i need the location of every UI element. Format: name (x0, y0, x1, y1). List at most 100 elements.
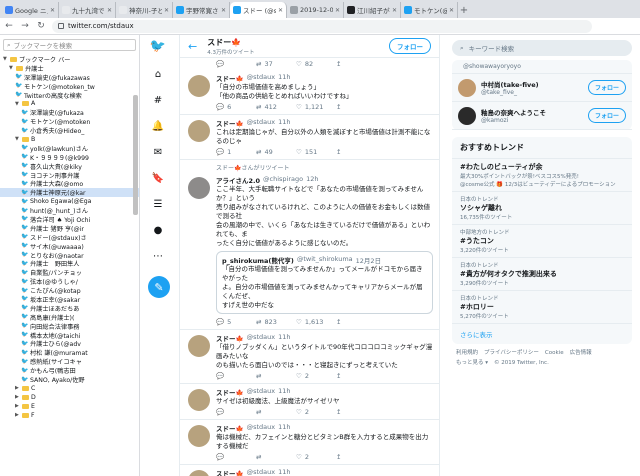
close-icon[interactable]: ✕ (107, 7, 112, 14)
avatar[interactable] (188, 425, 210, 447)
retweet-action[interactable]: ⇄ 49 (256, 148, 296, 156)
bookmark-item[interactable]: 🐦 かもん弓(鴨志田 (0, 366, 139, 375)
bookmark-item[interactable]: 🐦 深澤諭史(@fukazawas (0, 73, 139, 82)
close-icon[interactable]: ✕ (392, 7, 397, 14)
avatar[interactable] (188, 75, 210, 97)
author-name[interactable]: スドー🍁 (216, 423, 244, 433)
author-name[interactable]: スドー🍁 (216, 73, 244, 83)
bookmark-item[interactable]: 🐦 SANO, Ayako/佐野 (0, 375, 139, 384)
bookmark-folder[interactable]: ▶ E (0, 402, 139, 411)
avatar[interactable] (188, 335, 210, 357)
bookmark-item[interactable]: 🐦 とりなお(@naotar (0, 251, 139, 260)
bookmark-item[interactable]: 🐦 橋本太地(@taichi (0, 331, 139, 340)
bookmark-item[interactable]: 🐦 ヨコチン刑事弁護 (0, 171, 139, 180)
show-more-link[interactable]: さらに表示 (452, 324, 632, 344)
reply-action[interactable]: 💬 6 (216, 103, 256, 111)
forward-arrow-icon[interactable]: → (20, 21, 30, 31)
bookmarks-icon[interactable]: 🔖 (151, 171, 165, 185)
author-name[interactable]: スドー🍁 (216, 118, 244, 128)
reply-action[interactable]: 💬 (216, 408, 256, 416)
bookmark-item[interactable]: 🐦 yolk(@lawkun)さん (0, 144, 139, 153)
reply-action[interactable]: 💬 (216, 453, 256, 461)
avatar[interactable] (188, 389, 210, 411)
bookmark-item[interactable]: 🐦 弁護士ほあだちあ (0, 304, 139, 313)
avatar[interactable] (188, 177, 210, 199)
folder-collapsed-icon[interactable]: ▶ (15, 394, 20, 400)
reply-action[interactable]: 💬 5 (216, 318, 256, 326)
trend-item[interactable]: #わたしのビューティが余 最大30%ポイントバックが祭!ベスコス5%発売! @cos… (452, 159, 632, 192)
share-icon[interactable]: ↥ (336, 60, 376, 68)
bookmark-folder[interactable]: ▼ 弁護士 (0, 64, 139, 72)
close-icon[interactable]: ✕ (221, 7, 226, 14)
reply-action[interactable]: 💬 (216, 372, 256, 380)
trend-item[interactable]: 日本のトレンド ソシャゲ離れ 16,735件のツイート (452, 192, 632, 225)
notifications-bell-icon[interactable]: 🔔 (151, 119, 165, 133)
bookmark-item[interactable]: 🐦 感熱紙(サイコキャ (0, 357, 139, 366)
bookmark-item[interactable]: 🐦 Shoko Egawa(@Ega (0, 197, 139, 206)
bookmark-item[interactable]: 🐦 小倉秀夫(@Hideo_ (0, 126, 139, 135)
bookmark-item[interactable]: 🐦 喜久山大貴(@kiky (0, 162, 139, 171)
share-icon[interactable]: ↥ (336, 372, 376, 380)
browser-tab[interactable]: Google ニュース✕ (2, 2, 59, 18)
retweet-action[interactable]: ⇄ 823 (256, 318, 296, 326)
share-icon[interactable]: ↥ (336, 408, 376, 416)
tweet[interactable]: スドー🍁 @stdaux 11h これは定期論じゃが、自分以外の人類を滅ぼすと市場価値… (180, 115, 439, 160)
footer-link[interactable]: もっと見る ▾ (456, 358, 488, 368)
like-action[interactable]: ♡ 1,613 (296, 318, 336, 326)
more-icon[interactable]: ⋯ (151, 249, 165, 263)
close-icon[interactable]: ✕ (50, 7, 55, 14)
folder-expanded-icon[interactable]: ▼ (3, 56, 8, 62)
bookmark-item[interactable]: 🐦 こたぴん(@kotap (0, 286, 139, 295)
tweet[interactable]: スドー🍁 @stdaux 11h サイゼは初級魔法、上級魔法がサイゼリヤ 💬 ⇄ ♡ 2 ↥ (180, 384, 439, 420)
follow-button[interactable]: フォロー (389, 38, 431, 54)
reply-action[interactable]: 💬 1 (216, 148, 256, 156)
bookmark-item[interactable]: 🐦 サイ木(@uwaaaa) (0, 242, 139, 251)
avatar[interactable] (188, 470, 210, 476)
twitter-bird-icon[interactable]: 🐦 (150, 39, 166, 54)
bookmark-folder[interactable]: ▶ F (0, 411, 139, 420)
like-action[interactable]: ♡ 2 (296, 372, 336, 380)
author-name[interactable]: アライさん2.0 (216, 175, 260, 185)
avatar[interactable] (458, 78, 476, 97)
avatar[interactable] (458, 106, 476, 125)
back-arrow-icon[interactable]: ← (4, 21, 14, 31)
folder-expanded-icon[interactable]: ▼ (15, 101, 20, 107)
compose-tweet-button[interactable]: ✎ (148, 276, 170, 298)
profile-icon[interactable]: ● (151, 223, 165, 237)
close-icon[interactable]: ✕ (278, 7, 283, 14)
browser-tab[interactable]: スドー (@stdau✕ (230, 2, 287, 18)
bookmark-folder[interactable]: ▶ C (0, 384, 139, 393)
bookmark-item[interactable]: 🐦 スドー(@stdaux)さ (0, 233, 139, 242)
browser-tab[interactable]: 宇野常寛さんはT✕ (173, 2, 230, 18)
bookmark-item[interactable]: 🐦 モトケン(@motoken (0, 117, 139, 126)
like-action[interactable]: ♡ 1,121 (296, 103, 336, 111)
bookmark-folder[interactable]: ▼ ブックマーク バー (0, 55, 139, 63)
folder-collapsed-icon[interactable]: ▶ (15, 412, 20, 418)
close-icon[interactable]: ✕ (164, 7, 169, 14)
bookmark-folder[interactable]: ▼ B (0, 135, 139, 144)
folder-expanded-icon[interactable]: ▼ (9, 65, 14, 71)
tweet[interactable]: スドー🍁 @stdaux 11h 「借りノブッダくん」というタイトルで90年代コロコロ… (180, 330, 439, 384)
messages-envelope-icon[interactable]: ✉ (151, 145, 165, 159)
twitter-search[interactable]: ⌕ キーワード検索 (452, 40, 632, 56)
retweet-action[interactable]: ⇄ (256, 453, 296, 461)
trend-item[interactable]: 日本のトレンド #貴方が何オタクで推測出来る 3,290件のツイート (452, 258, 632, 291)
like-action[interactable]: ♡ 151 (296, 148, 336, 156)
bookmark-item[interactable]: 🐦 深澤諭史(@fukaza (0, 108, 139, 117)
tweet[interactable]: アライさん2.0 @chispirago 12h ここ半年、大手転職サイトなどで「あな… (180, 172, 439, 330)
new-tab-icon[interactable]: + (458, 2, 470, 18)
bookmark-item[interactable]: 🐦 向田総合法律事務 (0, 322, 139, 331)
close-icon[interactable]: ✕ (335, 7, 340, 14)
trend-item[interactable]: 中部地方のトレンド #うたコン 3,220件のツイート (452, 225, 632, 258)
explore-hashtag-icon[interactable]: # (151, 93, 165, 107)
share-icon[interactable]: ↥ (336, 453, 376, 461)
lists-icon[interactable]: ☰ (151, 197, 165, 211)
footer-link[interactable]: プライバシーポリシー (484, 350, 539, 356)
tweet[interactable]: スドー🍁@stdaux11h労働は健康に悪い、労働をやめろ (180, 465, 439, 476)
back-arrow-icon[interactable]: ← (188, 40, 197, 53)
quoted-tweet[interactable]: p_shirokuma(熊代亨) @twit_shirokuma 12月2日 「自分の… (216, 251, 433, 314)
bookmark-item[interactable]: 🐦 自業監/パンチョッ (0, 268, 139, 277)
bookmark-item[interactable]: 🐦 弁護士神原元(@kar (0, 188, 139, 198)
follow-button[interactable]: フォロー (587, 108, 626, 123)
retweet-action[interactable]: ⇄ 37 (256, 60, 296, 68)
